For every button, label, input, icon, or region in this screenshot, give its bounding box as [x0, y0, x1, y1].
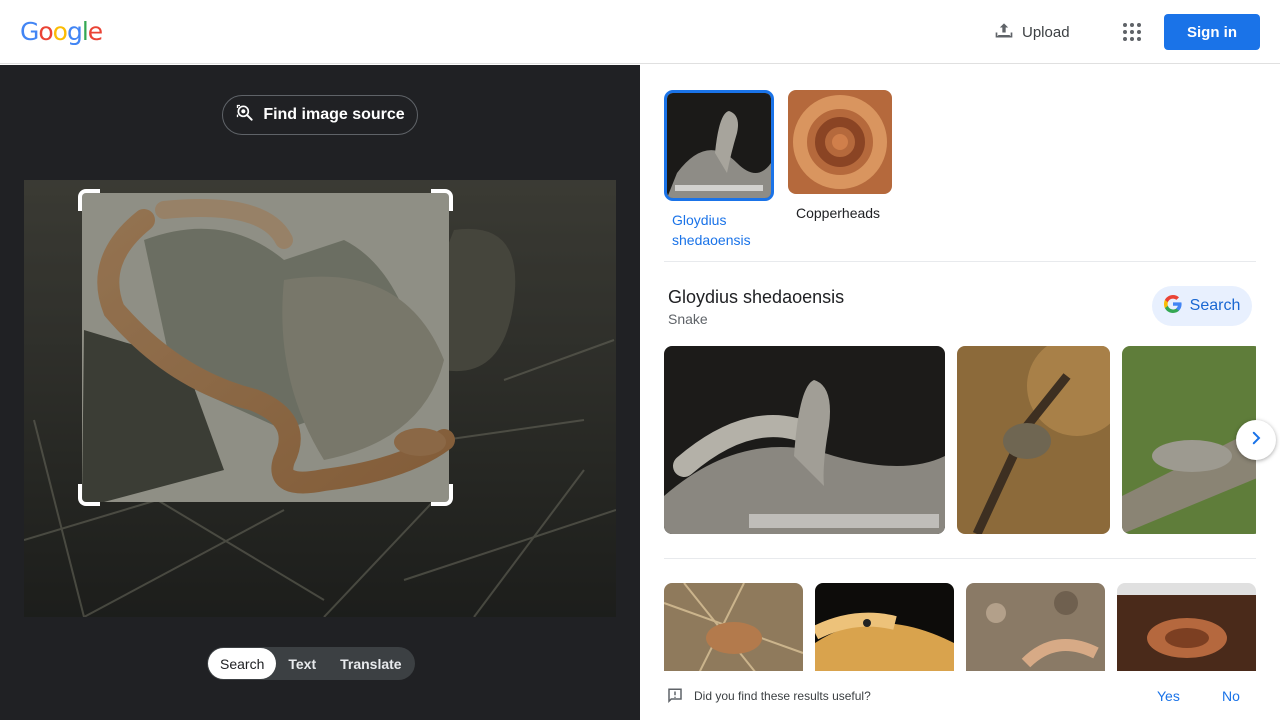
- google-logo[interactable]: Google: [20, 17, 103, 46]
- crop-handle-bottom-right[interactable]: [431, 484, 453, 506]
- chip-thumbnail: [664, 90, 774, 201]
- crop-handle-top-left[interactable]: [78, 189, 100, 211]
- carousel-image[interactable]: [664, 346, 945, 534]
- results-panel: Gloydius shedaoensis Copperheads Gloydiu…: [640, 65, 1280, 720]
- visual-matches-grid: [664, 583, 1256, 671]
- tab-translate[interactable]: Translate: [328, 648, 413, 679]
- crop-handle-top-right[interactable]: [431, 189, 453, 211]
- tab-search[interactable]: Search: [208, 648, 277, 679]
- chip-copperheads[interactable]: Copperheads: [788, 90, 898, 223]
- chip-gloydius-shedaoensis[interactable]: Gloydius shedaoensis: [664, 90, 774, 250]
- feedback-icon: [666, 687, 684, 710]
- divider: [664, 261, 1256, 262]
- carousel-next-button[interactable]: [1236, 420, 1276, 460]
- google-g-icon: [1163, 294, 1182, 318]
- result-image[interactable]: [815, 583, 954, 671]
- entity-title: Gloydius shedaoensis: [668, 287, 845, 307]
- result-image[interactable]: [966, 583, 1105, 671]
- upload-button[interactable]: Upload: [982, 14, 1082, 50]
- feedback-no-button[interactable]: No: [1222, 688, 1240, 704]
- chip-label: Gloydius shedaoensis: [672, 212, 751, 248]
- google-search-label: Search: [1189, 297, 1241, 314]
- upload-label: Upload: [1022, 23, 1070, 41]
- tab-text[interactable]: Text: [276, 648, 328, 679]
- logo-letter: G: [20, 17, 39, 46]
- result-image[interactable]: [1117, 583, 1256, 671]
- mode-switch: Search Text Translate: [207, 647, 415, 680]
- feedback-bar: Did you find these results useful? Yes N…: [640, 671, 1280, 720]
- entity-image-carousel: [664, 346, 1256, 534]
- sign-in-button[interactable]: Sign in: [1164, 14, 1260, 50]
- top-bar: Google Upload Sign in: [0, 0, 1280, 64]
- crop-handle-bottom-left[interactable]: [78, 484, 100, 506]
- find-image-source-button[interactable]: Find image source: [222, 95, 418, 135]
- entity-subtitle: Snake: [668, 311, 708, 327]
- chevron-right-icon: [1247, 429, 1265, 452]
- logo-letter: g: [66, 17, 83, 46]
- lens-search-icon: [235, 103, 255, 128]
- logo-letter: e: [87, 17, 103, 46]
- find-image-source-label: Find image source: [263, 106, 405, 123]
- uploaded-photo: [24, 180, 616, 617]
- upload-icon: [994, 20, 1014, 44]
- crop-selection[interactable]: [78, 189, 453, 506]
- logo-letter: o: [38, 17, 53, 46]
- logo-letter: o: [52, 17, 68, 46]
- divider: [664, 558, 1256, 559]
- result-image[interactable]: [664, 583, 803, 671]
- feedback-yes-button[interactable]: Yes: [1157, 688, 1180, 704]
- chip-label: Copperheads: [796, 205, 881, 221]
- google-search-button[interactable]: Search: [1152, 286, 1252, 326]
- apps-grid-icon[interactable]: [1116, 16, 1148, 48]
- carousel-image[interactable]: [957, 346, 1110, 534]
- chip-thumbnail: [788, 90, 892, 194]
- feedback-question: Did you find these results useful?: [694, 689, 871, 703]
- image-preview-panel: Find image source Search Text Translate: [0, 65, 640, 720]
